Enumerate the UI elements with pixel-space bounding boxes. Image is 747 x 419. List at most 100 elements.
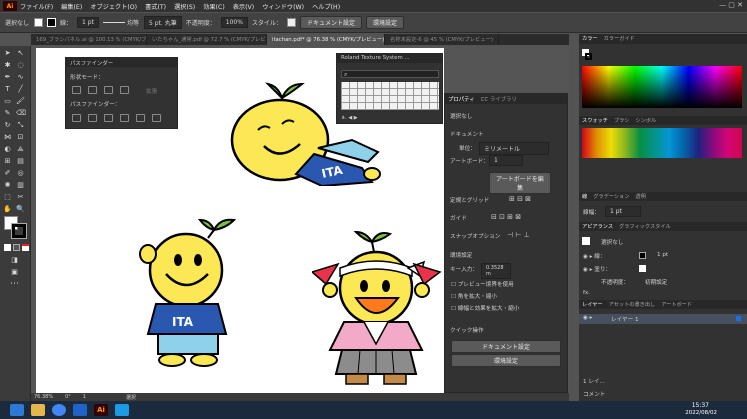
- minus-front-icon[interactable]: [88, 86, 97, 94]
- graph-icon[interactable]: ▥: [16, 181, 25, 189]
- width-tool-icon[interactable]: ⋈: [3, 133, 12, 141]
- artboard-dropdown[interactable]: 1: [489, 155, 523, 166]
- doc-tab-2[interactable]: いたちゃん_通常.pdf @ 72.7 % (CMYK/プレビュー): [147, 34, 267, 45]
- brush-nav-icon[interactable]: ⋔. ◀ ▶: [341, 115, 358, 121]
- tab-color-guide[interactable]: カラーガイド: [604, 35, 635, 43]
- ruler-grid-icons[interactable]: ⊞ ⊟ ⊠: [509, 195, 531, 203]
- chk-scale-strokes[interactable]: ☐ 線幅と効果を拡大・縮小: [451, 304, 519, 312]
- direct-select-icon[interactable]: ↖: [16, 49, 25, 57]
- fx-button[interactable]: fx.: [583, 290, 590, 296]
- swatch-grid[interactable]: [582, 128, 742, 158]
- symbol-sprayer-icon[interactable]: ✺: [3, 181, 12, 189]
- divide-icon[interactable]: [72, 114, 81, 122]
- illustrator-taskbar-icon[interactable]: Ai: [94, 404, 108, 416]
- mesh-icon[interactable]: ⊞: [3, 157, 12, 165]
- menu-edit[interactable]: 編集(E): [61, 2, 82, 11]
- appearance-fill-swatch[interactable]: [639, 265, 646, 272]
- tab-color[interactable]: カラー: [582, 35, 598, 43]
- more-tools-icon[interactable]: ⋯: [10, 280, 19, 289]
- brush-search-icon[interactable]: ⌕: [341, 70, 439, 78]
- crop-icon[interactable]: [120, 114, 129, 122]
- tab-stroke[interactable]: 線: [582, 193, 587, 200]
- color-mode-icon[interactable]: [4, 244, 11, 251]
- free-transform-icon[interactable]: ⊡: [16, 133, 25, 141]
- units-dropdown[interactable]: ミリメートル: [479, 142, 549, 155]
- menu-type[interactable]: 書式(T): [145, 2, 166, 11]
- tab-appearance[interactable]: アピアランス: [582, 223, 613, 230]
- tab-asset-export[interactable]: アセットの書き出し: [609, 301, 656, 308]
- line-tool-icon[interactable]: ╱: [16, 85, 25, 93]
- appearance-stroke-value[interactable]: 1 pt: [657, 252, 668, 258]
- file-explorer-icon[interactable]: [31, 404, 45, 416]
- zoom-tool-icon[interactable]: 🔍: [16, 205, 25, 213]
- outline-icon[interactable]: [136, 114, 145, 122]
- stroke-weight-dropdown[interactable]: 1 pt: [77, 17, 100, 28]
- comment-panel-tab[interactable]: コメント: [583, 390, 605, 398]
- tab-gradient[interactable]: グラデーション: [593, 193, 629, 200]
- tab-artboards[interactable]: アートボード: [661, 301, 692, 308]
- shape-builder-icon[interactable]: ◐: [3, 145, 12, 153]
- stroke-color-box[interactable]: [11, 223, 27, 239]
- page-number[interactable]: 1: [83, 394, 86, 400]
- screen-mode-icon[interactable]: ▣: [10, 268, 19, 276]
- trim-icon[interactable]: [88, 114, 97, 122]
- exclude-icon[interactable]: [120, 86, 129, 94]
- fill-swatch[interactable]: [34, 18, 44, 27]
- shaper-icon[interactable]: ✎: [3, 109, 12, 117]
- expand-button[interactable]: 拡張: [146, 87, 157, 95]
- hand-tool-icon[interactable]: ✋: [3, 205, 12, 213]
- gradient-mode-icon[interactable]: [13, 244, 20, 251]
- tab-swatches[interactable]: スウォッチ: [582, 117, 608, 124]
- tab-cc-libraries[interactable]: CC ライブラリ: [481, 95, 517, 103]
- tab-graphic-styles[interactable]: グラフィックスタイル: [619, 223, 671, 230]
- doc-tab-4[interactable]: 名称未設定-6 @ 45 % (CMYK/プレビュー): [385, 34, 499, 45]
- menu-window[interactable]: ウィンドウ(W): [262, 2, 304, 11]
- type-tool-icon[interactable]: T: [3, 85, 12, 93]
- appearance-stroke-swatch[interactable]: [639, 252, 646, 259]
- stroke-swatch[interactable]: [47, 18, 57, 27]
- eyedropper-icon[interactable]: ✐: [3, 169, 12, 177]
- scale-icon[interactable]: ⤡: [16, 121, 25, 129]
- chk-scale-corners[interactable]: ☐ 角を拡大・縮小: [451, 292, 497, 300]
- menu-object[interactable]: オブジェクト(O): [90, 2, 137, 11]
- intersect-icon[interactable]: [104, 86, 113, 94]
- color-spectrum[interactable]: [582, 66, 742, 108]
- menu-view[interactable]: 表示(V): [233, 2, 254, 11]
- key-increment-input[interactable]: 0.3528 m: [481, 263, 511, 279]
- chrome-icon[interactable]: [52, 404, 66, 416]
- pathfinder-title[interactable]: パスファインダー: [66, 58, 177, 67]
- app-taskbar-icon[interactable]: [115, 404, 129, 416]
- draw-mode-icon[interactable]: ◨: [10, 256, 19, 264]
- tab-properties[interactable]: プロパティ: [448, 95, 475, 103]
- slice-icon[interactable]: ✂: [16, 193, 25, 201]
- blend-icon[interactable]: ◎: [16, 169, 25, 177]
- pen-tool-icon[interactable]: ✒: [3, 73, 12, 81]
- rotate-icon[interactable]: ↻: [3, 121, 12, 129]
- opacity-input[interactable]: 100%: [220, 17, 248, 28]
- tab-layers[interactable]: レイヤー: [582, 301, 603, 308]
- snap-icons[interactable]: ⊣ ⊢ ⊥: [507, 231, 530, 239]
- preferences-button[interactable]: 環境設定: [365, 16, 404, 29]
- prefs-quick-button[interactable]: 環境設定: [451, 354, 561, 367]
- tab-transparency[interactable]: 透明: [635, 193, 645, 200]
- doc-setup-quick-button[interactable]: ドキュメント設定: [451, 340, 561, 353]
- menu-help[interactable]: ヘルプ(H): [312, 2, 340, 11]
- rectangle-icon[interactable]: ▭: [3, 97, 12, 105]
- color-stroke-chip[interactable]: [585, 53, 592, 60]
- appearance-fill-row[interactable]: ◉ ▸ 塗り：: [583, 265, 611, 273]
- eraser-icon[interactable]: ⌫: [16, 109, 26, 117]
- appearance-stroke-row[interactable]: ◉ ▸ 線：: [583, 252, 605, 260]
- layer-visibility-icon[interactable]: ◉ ▸: [583, 315, 592, 321]
- gradient-icon[interactable]: ▤: [16, 157, 25, 165]
- brush-library-title[interactable]: Roland Texture System ...: [337, 54, 442, 63]
- guide-icons[interactable]: ⊟ ⊡ ⊞ ⊠: [491, 213, 521, 221]
- appearance-opacity-value[interactable]: 初期設定: [645, 278, 667, 286]
- menu-effect[interactable]: 効果(C): [203, 2, 225, 11]
- stroke-profile[interactable]: 均等: [127, 18, 139, 27]
- rotation-angle[interactable]: 0°: [65, 394, 71, 400]
- artboard-tool-icon[interactable]: ⬚: [3, 193, 12, 201]
- edit-artboard-button[interactable]: アートボードを編集: [489, 172, 551, 194]
- merge-icon[interactable]: [104, 114, 113, 122]
- start-icon[interactable]: [10, 404, 24, 416]
- menu-file[interactable]: ファイル(F): [20, 2, 53, 11]
